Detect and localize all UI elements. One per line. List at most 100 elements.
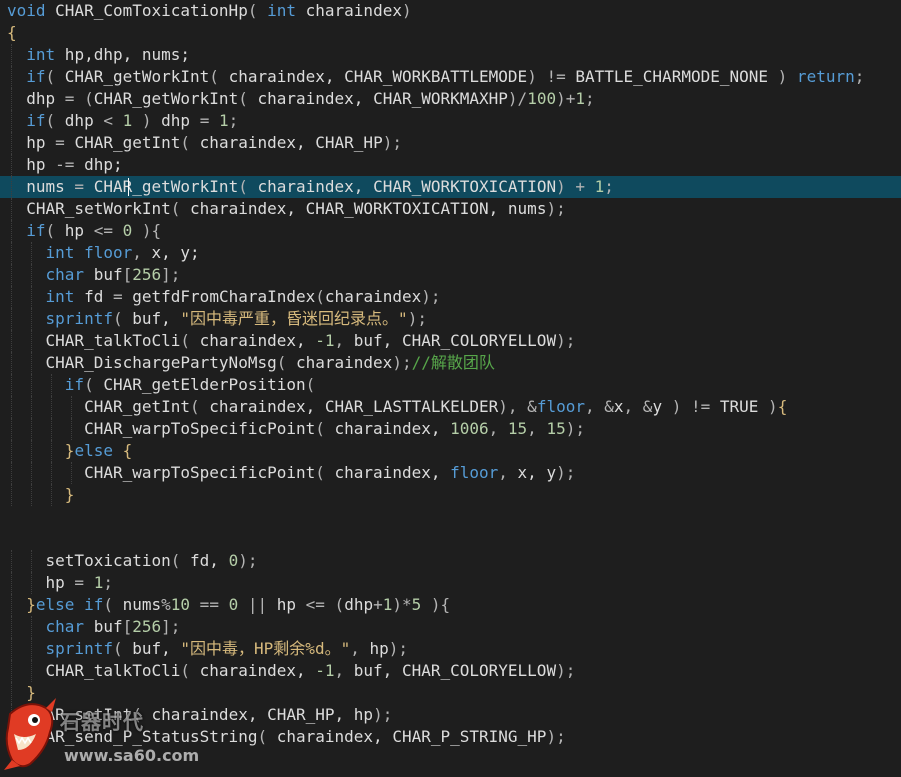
indent-guide (51, 440, 53, 462)
code-token: x, y (517, 463, 557, 482)
code-token: ); (388, 639, 409, 658)
code-line[interactable]: dhp = (CHAR_getWorkInt( charaindex, CHAR… (0, 88, 901, 110)
indent-guide (11, 418, 13, 440)
code-token: 100 (527, 89, 557, 108)
code-token: dhp (64, 111, 94, 130)
indent-guide (11, 132, 13, 154)
code-token: , (527, 419, 547, 438)
indent-guide (11, 66, 13, 88)
text-cursor (128, 178, 129, 196)
current-code-line[interactable]: nums = CHAR_getWorkInt( charaindex, CHAR… (0, 176, 901, 198)
indent-guide (31, 286, 33, 308)
code-line[interactable]: if( dhp < 1 ) dhp = 1; (0, 110, 901, 132)
indent-guide (31, 616, 33, 638)
code-line[interactable]: void CHAR_ComToxicationHp( int charainde… (0, 0, 901, 22)
code-token: BATTLE_CHARMODE_NONE (575, 67, 778, 86)
code-token: 1 (382, 595, 393, 614)
code-token: dhp (26, 89, 56, 108)
code-token: ); (546, 727, 566, 746)
code-token: if (26, 221, 46, 240)
code-token: "因中毒严重，昏迷回纪录点。" (180, 309, 408, 328)
code-token: 1 (218, 111, 229, 130)
indent-guide (31, 396, 33, 418)
code-token: ); (407, 309, 427, 328)
code-line[interactable]: sprintf( buf, "因中毒，HP剩余%d。", hp); (0, 638, 901, 660)
code-token: [ (122, 265, 133, 284)
code-token: 10 (170, 595, 191, 614)
code-line[interactable]: CHAR_talkToCli( charaindex, -1, buf, CHA… (0, 330, 901, 352)
code-line[interactable] (0, 528, 901, 550)
code-line[interactable]: if( CHAR_getElderPosition( (0, 374, 901, 396)
indent-guide (11, 550, 13, 572)
code-line[interactable]: } (0, 484, 901, 506)
code-token: ( (180, 133, 200, 152)
code-editor[interactable]: void CHAR_ComToxicationHp( int charainde… (0, 0, 901, 777)
code-token: ); (556, 463, 576, 482)
code-line[interactable]: CHAR_setWorkInt( charaindex, CHAR_WORKTO… (0, 198, 901, 220)
code-line[interactable]: { (0, 22, 901, 44)
code-token: CHAR_setWorkInt (26, 199, 171, 218)
code-token: charaindex, (199, 331, 316, 350)
code-token: nums (122, 595, 162, 614)
code-token: x (613, 397, 624, 416)
code-line[interactable]: CHAR_talkToCli( charaindex, -1, buf, CHA… (0, 660, 901, 682)
code-token: ; (228, 111, 239, 130)
code-line[interactable]: int hp,dhp, nums; (0, 44, 901, 66)
indent-guide (11, 176, 13, 198)
indent-guide (11, 308, 13, 330)
code-line[interactable]: }else { (0, 440, 901, 462)
code-token: sprintf (45, 639, 113, 658)
code-token: sprintf (45, 309, 113, 328)
indent-guide (11, 462, 13, 484)
code-token: CHAR_talkToCli (45, 331, 181, 350)
code-token: CHAR_getElderPosition (103, 375, 306, 394)
code-token: if (64, 375, 85, 394)
code-line[interactable]: CHAR_DischargePartyNoMsg( charaindex);//… (0, 352, 901, 374)
code-line[interactable]: int fd = getfdFromCharaIndex(charaindex)… (0, 286, 901, 308)
code-token: 1 (122, 111, 133, 130)
code-token: charaindex, (334, 419, 451, 438)
code-line[interactable]: int floor, x, y; (0, 242, 901, 264)
code-token: int (45, 243, 75, 262)
code-line[interactable]: if( hp <= 0 ){ (0, 220, 901, 242)
code-token: fd (74, 287, 104, 306)
code-token: buf (84, 617, 123, 636)
code-token: ) (401, 1, 412, 20)
code-token: int (267, 1, 296, 20)
code-line[interactable]: sprintf( buf, "因中毒严重，昏迷回纪录点。"); (0, 308, 901, 330)
code-token: { (777, 397, 788, 416)
code-token: { (7, 23, 17, 42)
code-token: ; (604, 177, 614, 196)
code-line[interactable]: char buf[256]; (0, 264, 901, 286)
code-line[interactable]: hp = CHAR_getInt( charaindex, CHAR_HP); (0, 132, 901, 154)
code-token: buf, CHAR_COLORYELLOW (353, 331, 557, 350)
code-token: charaindex, CHAR_P_STRING_HP (276, 727, 547, 746)
code-token: int (45, 287, 75, 306)
code-token: CHAR_getWorkInt (64, 67, 210, 86)
code-token: if (26, 67, 46, 86)
code-token: { (112, 441, 133, 460)
code-token: , (488, 419, 508, 438)
indent-guide (11, 638, 13, 660)
code-line[interactable]: CHAR_getInt( charaindex, CHAR_LASTTALKEL… (0, 396, 901, 418)
code-token: )/ (507, 89, 528, 108)
code-line[interactable]: char buf[256]; (0, 616, 901, 638)
code-token: x, y; (151, 243, 200, 262)
code-token: ( (276, 353, 296, 372)
code-line[interactable] (0, 506, 901, 528)
indent-guide (71, 396, 73, 418)
code-token: ; (585, 89, 595, 108)
code-token: CHAR_getInt (84, 397, 191, 416)
code-line[interactable]: CHAR_warpToSpecificPoint( charaindex, 10… (0, 418, 901, 440)
code-line[interactable]: }else if( nums%10 == 0 || hp <= (dhp+1)*… (0, 594, 901, 616)
code-line[interactable]: setToxication( fd, 0); (0, 550, 901, 572)
code-token: charaindex (324, 287, 422, 306)
code-line[interactable]: CHAR_warpToSpecificPoint( charaindex, fl… (0, 462, 901, 484)
code-line[interactable]: hp -= dhp; (0, 154, 901, 176)
code-line[interactable]: hp = 1; (0, 572, 901, 594)
code-token: 5 (411, 595, 422, 614)
code-line[interactable]: if( CHAR_getWorkInt( charaindex, CHAR_WO… (0, 66, 901, 88)
code-token: hp (26, 155, 46, 174)
